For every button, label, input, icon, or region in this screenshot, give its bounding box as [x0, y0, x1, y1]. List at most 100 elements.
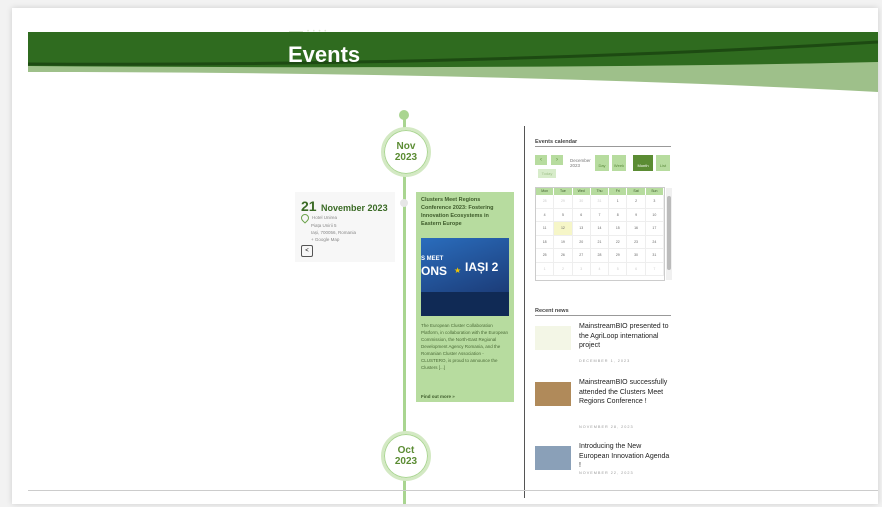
- share-icon: <: [305, 248, 309, 254]
- scrollbar-thumb[interactable]: [667, 196, 671, 270]
- calendar-day[interactable]: 6: [572, 208, 591, 222]
- weekday: Sun: [646, 188, 664, 195]
- calendar-day[interactable]: 19: [554, 235, 573, 249]
- calendar-weekday-header: Mon Tue Wed Thu Fri Sat Sun: [536, 188, 664, 195]
- news-thumbnail[interactable]: [535, 382, 571, 406]
- calendar-day[interactable]: 28: [590, 249, 610, 263]
- calendar-day[interactable]: 5: [609, 262, 628, 276]
- prev-month-button[interactable]: ‹: [535, 155, 547, 165]
- calendar-day[interactable]: 2: [554, 262, 573, 276]
- news-title[interactable]: MainstreamBIO presented to the AgriLoop …: [579, 322, 673, 351]
- calendar-week: 28 29 30 31 1 2 3: [536, 195, 664, 209]
- today-button[interactable]: Today: [538, 169, 556, 178]
- news-date: NOVEMBER 28, 2023: [579, 425, 634, 429]
- calendar-day[interactable]: 30: [627, 249, 646, 263]
- calendar-day[interactable]: 15: [609, 222, 628, 236]
- news-item[interactable]: Introducing the New European Innovation …: [535, 442, 671, 492]
- calendar-day-today[interactable]: 12: [554, 222, 573, 236]
- news-item[interactable]: MainstreamBIO successfully attended the …: [535, 378, 671, 436]
- weekday: Sat: [627, 188, 646, 195]
- calendar-day[interactable]: 23: [627, 235, 646, 249]
- calendar-day[interactable]: 9: [627, 208, 646, 222]
- share-button[interactable]: <: [301, 245, 313, 257]
- page: • • • • Events Nov 2023 21 November 2023…: [12, 8, 878, 504]
- news-thumbnail[interactable]: [535, 326, 571, 350]
- calendar-day[interactable]: 4: [536, 208, 555, 222]
- calendar-month-label: December 2023: [570, 158, 591, 168]
- calendar-day[interactable]: 25: [536, 249, 555, 263]
- month-label: Nov: [396, 141, 416, 152]
- calendar-day[interactable]: 30: [572, 195, 591, 209]
- calendar-day[interactable]: 31: [590, 195, 610, 209]
- event-address: Hotel Unirea Piața Unirii 5 Iași, 700056…: [299, 212, 357, 243]
- news-thumbnail[interactable]: [535, 446, 571, 470]
- calendar-day[interactable]: 10: [645, 208, 664, 222]
- events-calendar-widget: Events calendar ‹ › December 2023 Day We…: [535, 139, 672, 281]
- weekday: Fri: [609, 188, 628, 195]
- calendar-day[interactable]: 20: [572, 235, 591, 249]
- calendar-day[interactable]: 24: [645, 235, 664, 249]
- weekday: Tue: [554, 188, 573, 195]
- calendar-day[interactable]: 7: [645, 262, 664, 276]
- calendar-day[interactable]: 18: [536, 235, 555, 249]
- year-label: 2023: [394, 152, 418, 163]
- address-line-2: Iași, 700056, Romania: [311, 230, 357, 235]
- banner-waves: [27, 32, 878, 92]
- event-date-panel: 21 November 2023 Hotel Unirea Piața Unir…: [295, 192, 395, 262]
- calendar-day[interactable]: 6: [627, 262, 646, 276]
- calendar-day[interactable]: 3: [572, 262, 591, 276]
- news-date: DECEMBER 1, 2023: [579, 359, 631, 363]
- calendar-day[interactable]: 5: [554, 208, 573, 222]
- view-list-button[interactable]: List: [656, 155, 670, 171]
- find-out-more-link[interactable]: Find out more »: [421, 394, 455, 399]
- year-label: 2023: [394, 456, 418, 467]
- news-title[interactable]: MainstreamBIO successfully attended the …: [579, 378, 673, 407]
- calendar-widget-title: Events calendar: [535, 139, 671, 147]
- calendar-day[interactable]: 29: [554, 195, 573, 209]
- calendar-day[interactable]: 16: [627, 222, 646, 236]
- calendar-day[interactable]: 28: [536, 195, 555, 209]
- star-icon: ★: [454, 266, 462, 275]
- calendar-day[interactable]: 2: [627, 195, 646, 209]
- calendar-day[interactable]: 7: [590, 208, 610, 222]
- news-title[interactable]: Introducing the New European Innovation …: [579, 442, 673, 471]
- calendar-day[interactable]: 1: [609, 195, 628, 209]
- calendar-day[interactable]: 14: [590, 222, 610, 236]
- news-item[interactable]: MainstreamBIO presented to the AgriLoop …: [535, 322, 671, 372]
- google-map-link[interactable]: + Google Map: [301, 237, 339, 242]
- calendar-day[interactable]: 26: [554, 249, 573, 263]
- calendar-day[interactable]: 31: [645, 249, 664, 263]
- calendar-day[interactable]: 13: [572, 222, 591, 236]
- calendar-day[interactable]: 4: [590, 262, 610, 276]
- month-marker-oct: Oct 2023: [381, 431, 431, 481]
- event-image-bottom: [421, 292, 509, 316]
- calendar-week: 1 2 3 4 5 6 7: [536, 262, 664, 276]
- calendar-day[interactable]: 17: [645, 222, 664, 236]
- calendar-day[interactable]: 22: [609, 235, 628, 249]
- calendar-day[interactable]: 3: [645, 195, 664, 209]
- event-image[interactable]: S MEET ONS ★ IAȘI 2: [421, 238, 509, 316]
- breadcrumb-text: • • • •: [307, 29, 328, 35]
- calendar-day[interactable]: 21: [590, 235, 610, 249]
- calendar-day[interactable]: 29: [609, 249, 628, 263]
- calendar-day[interactable]: 1: [536, 262, 555, 276]
- view-week-button[interactable]: Week: [612, 155, 626, 171]
- view-month-button[interactable]: Month: [633, 155, 653, 171]
- calendar-day[interactable]: 8: [609, 208, 628, 222]
- location-pin-icon: [299, 212, 311, 224]
- month-marker-nov: Nov 2023: [381, 127, 431, 177]
- event-card[interactable]: Clusters Meet Regions Conference 2023: F…: [416, 192, 514, 402]
- timeline-start-dot: [399, 110, 409, 120]
- calendar-day[interactable]: 27: [572, 249, 591, 263]
- event-title[interactable]: Clusters Meet Regions Conference 2023: F…: [421, 196, 509, 228]
- event-venue: Hotel Unirea: [312, 215, 338, 221]
- event-image-text-iasi: IAȘI 2: [465, 260, 499, 274]
- calendar-scrollbar[interactable]: [666, 188, 672, 280]
- view-day-button[interactable]: Day: [595, 155, 609, 171]
- news-date: NOVEMBER 22, 2023: [579, 471, 634, 475]
- footer-divider: [28, 490, 878, 491]
- calendar-grid: Mon Tue Wed Thu Fri Sat Sun 28 29 30 31 …: [535, 187, 672, 281]
- next-month-button[interactable]: ›: [551, 155, 563, 165]
- breadcrumb: • • • •: [289, 29, 327, 35]
- calendar-day[interactable]: 11: [536, 222, 555, 236]
